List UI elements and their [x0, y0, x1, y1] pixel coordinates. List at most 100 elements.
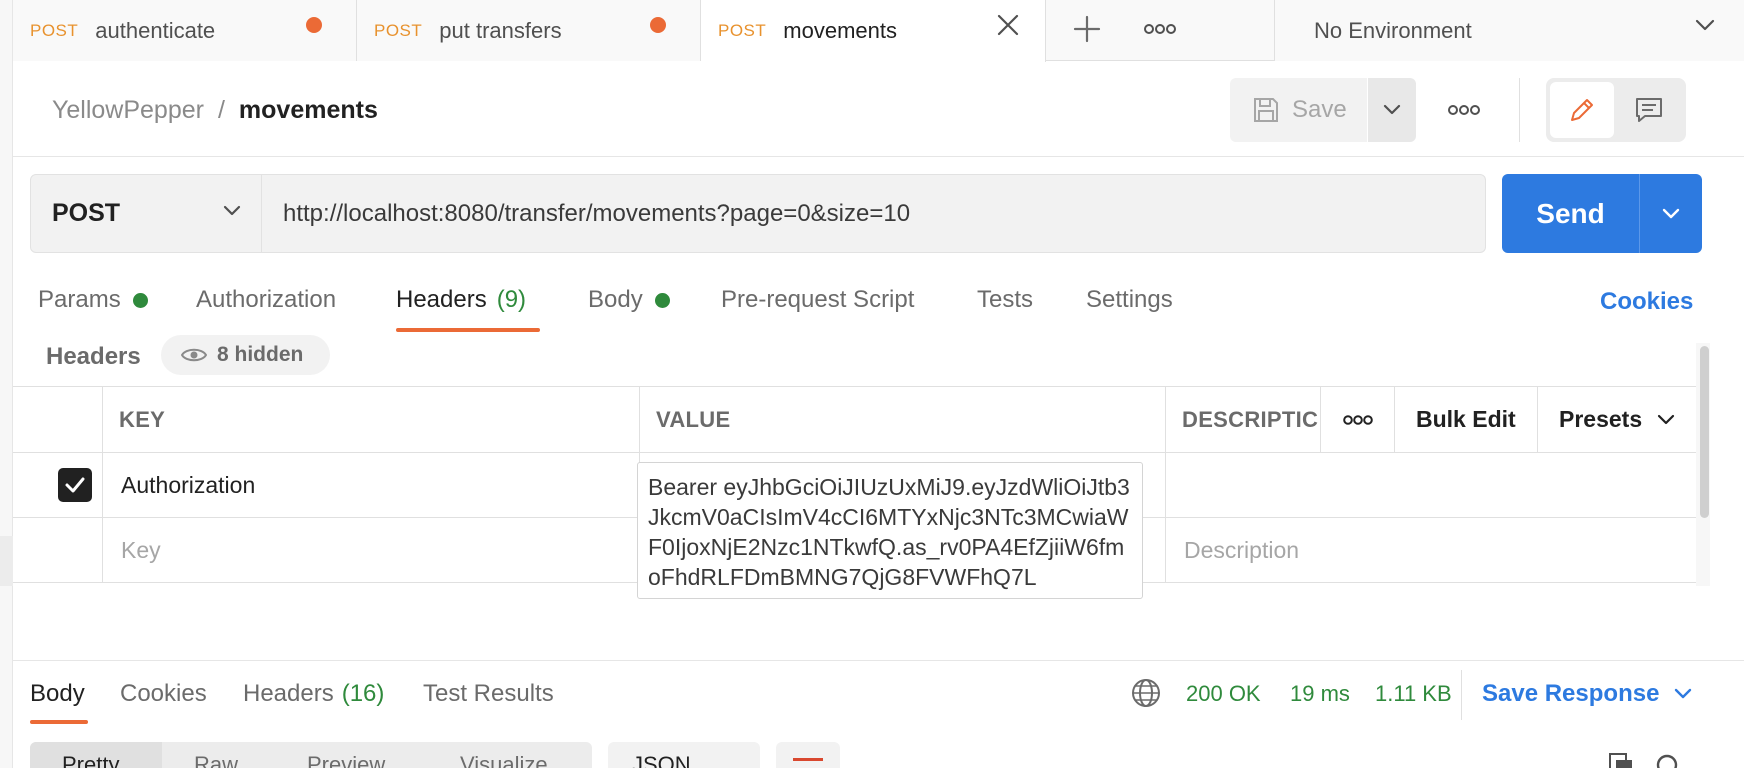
comment-icon	[1636, 98, 1662, 122]
column-header-description: DESCRIPTIC	[1166, 387, 1321, 452]
tab-label: Body	[588, 286, 643, 313]
status-dot-icon	[654, 292, 670, 308]
tab-label: Authorization	[196, 286, 337, 313]
format-raw[interactable]: Raw	[194, 752, 238, 768]
format-preview[interactable]: Preview	[307, 752, 385, 768]
send-options-button[interactable]	[1639, 174, 1702, 253]
table-header-row: KEY VALUE DESCRIPTIC Bulk Edit Presets	[13, 387, 1696, 453]
hidden-count: 8 hidden	[217, 343, 304, 366]
response-tab-headers[interactable]: Headers (16)	[243, 680, 384, 708]
method-label: POST	[52, 199, 121, 227]
tab-label: Headers	[396, 286, 487, 313]
chevron-down-icon	[1658, 414, 1675, 424]
environment-select[interactable]: No Environment	[1274, 0, 1744, 61]
comments-mode-button[interactable]	[1616, 82, 1682, 138]
sidebar-resize-handle[interactable]	[0, 536, 13, 586]
close-icon[interactable]	[993, 10, 1023, 40]
save-icon	[1252, 96, 1280, 124]
header-key-cell[interactable]: Authorization	[103, 453, 640, 517]
headers-section-title: Headers	[46, 343, 141, 370]
tab-pre-request-script[interactable]: Pre-request Script	[721, 286, 914, 314]
tab-name: authenticate	[95, 17, 216, 43]
tabs-more-icon[interactable]	[1140, 12, 1180, 46]
tab-put-transfers[interactable]: POST put transfers	[357, 0, 701, 61]
column-options-icon[interactable]	[1321, 387, 1395, 452]
tab-label: Settings	[1086, 286, 1173, 313]
chevron-down-icon	[1383, 104, 1401, 115]
cookies-link[interactable]: Cookies	[1600, 288, 1693, 316]
scrollbar-thumb[interactable]	[1700, 346, 1709, 518]
tab-name: put transfers	[439, 17, 562, 43]
search-icon[interactable]	[1654, 752, 1684, 768]
presets-label: Presets	[1559, 406, 1643, 432]
edit-mode-button[interactable]	[1550, 82, 1614, 138]
new-description-input[interactable]: Description	[1166, 518, 1696, 582]
save-response-label: Save Response	[1482, 680, 1660, 707]
response-time[interactable]: 19 ms	[1290, 681, 1350, 707]
tab-label: Headers	[243, 680, 334, 707]
chevron-down-icon	[1694, 14, 1716, 41]
language-select[interactable]: JSON	[608, 742, 760, 768]
response-tab-body[interactable]: Body	[30, 680, 85, 708]
response-divider-vertical	[1461, 670, 1462, 720]
tab-label: Pre-request Script	[721, 286, 915, 313]
copy-icon[interactable]	[1608, 752, 1634, 768]
toolbar-divider	[1519, 78, 1520, 142]
save-button[interactable]: Save	[1230, 78, 1367, 142]
format-visualize[interactable]: Visualize	[460, 752, 548, 768]
response-tab-test-results[interactable]: Test Results	[423, 680, 554, 708]
presets-dropdown[interactable]: Presets	[1538, 387, 1696, 452]
chevron-down-icon	[221, 199, 243, 228]
tab-settings[interactable]: Settings	[1086, 286, 1173, 314]
more-actions-icon[interactable]	[1444, 95, 1484, 125]
tab-count: (9)	[496, 286, 527, 313]
tab-authenticate[interactable]: POST authenticate	[13, 0, 357, 61]
url-input[interactable]: http://localhost:8080/transfer/movements…	[262, 174, 1486, 253]
new-tab-plus-icon[interactable]	[1070, 12, 1104, 46]
column-header-value: VALUE	[640, 387, 1166, 452]
tab-name: movements	[783, 18, 898, 43]
format-pretty[interactable]: Pretty	[62, 752, 119, 768]
send-label: Send	[1536, 197, 1605, 229]
tab-tests[interactable]: Tests	[977, 286, 1033, 314]
save-response-button[interactable]: Save Response	[1482, 680, 1693, 708]
breadcrumb: YellowPepper / movements	[52, 96, 378, 125]
tab-label: Body	[30, 680, 85, 707]
tab-params[interactable]: Params	[38, 286, 148, 314]
bulk-edit-button[interactable]: Bulk Edit	[1395, 387, 1538, 452]
pencil-icon	[1571, 99, 1593, 121]
column-header-key: KEY	[103, 387, 640, 452]
globe-icon[interactable]	[1131, 678, 1161, 708]
row-checkbox-cell	[13, 518, 103, 582]
row-checkbox-cell	[13, 453, 103, 517]
breadcrumb-separator: /	[217, 96, 225, 124]
response-divider[interactable]	[13, 660, 1744, 661]
tab-movements[interactable]: POST movements	[701, 0, 1046, 62]
tab-headers[interactable]: Headers (9)	[396, 286, 526, 314]
save-label: Save	[1292, 96, 1347, 123]
tab-label: Params	[38, 286, 121, 313]
send-button[interactable]: Send	[1502, 174, 1639, 253]
response-status[interactable]: 200 OK	[1186, 681, 1261, 707]
row-checkbox[interactable]	[58, 468, 92, 502]
wrap-lines-button[interactable]	[776, 742, 840, 768]
hidden-headers-toggle[interactable]: 8 hidden	[161, 335, 330, 375]
header-description-cell[interactable]	[1166, 453, 1696, 517]
chevron-down-icon	[1662, 208, 1680, 218]
unsaved-dot-icon	[306, 17, 322, 33]
save-options-button[interactable]	[1368, 78, 1416, 142]
response-size[interactable]: 1.11 KB	[1375, 681, 1452, 707]
new-key-input[interactable]: Key	[103, 518, 640, 582]
sidebar-edge	[0, 0, 13, 768]
tab-label: Test Results	[423, 680, 554, 707]
value-expanded-editor[interactable]: Bearer eyJhbGciOiJIUzUxMiJ9.eyJzdWliOiJt…	[637, 462, 1143, 599]
chevron-down-icon	[1675, 688, 1692, 699]
tab-authorization[interactable]: Authorization	[196, 286, 336, 314]
eye-icon	[181, 348, 207, 362]
breadcrumb-workspace[interactable]: YellowPepper	[52, 96, 204, 125]
breadcrumb-current[interactable]: movements	[239, 96, 378, 125]
method-select[interactable]: POST	[30, 174, 262, 253]
tab-method: POST	[30, 20, 79, 40]
response-tab-cookies[interactable]: Cookies	[120, 680, 207, 708]
tab-body[interactable]: Body	[588, 286, 670, 314]
